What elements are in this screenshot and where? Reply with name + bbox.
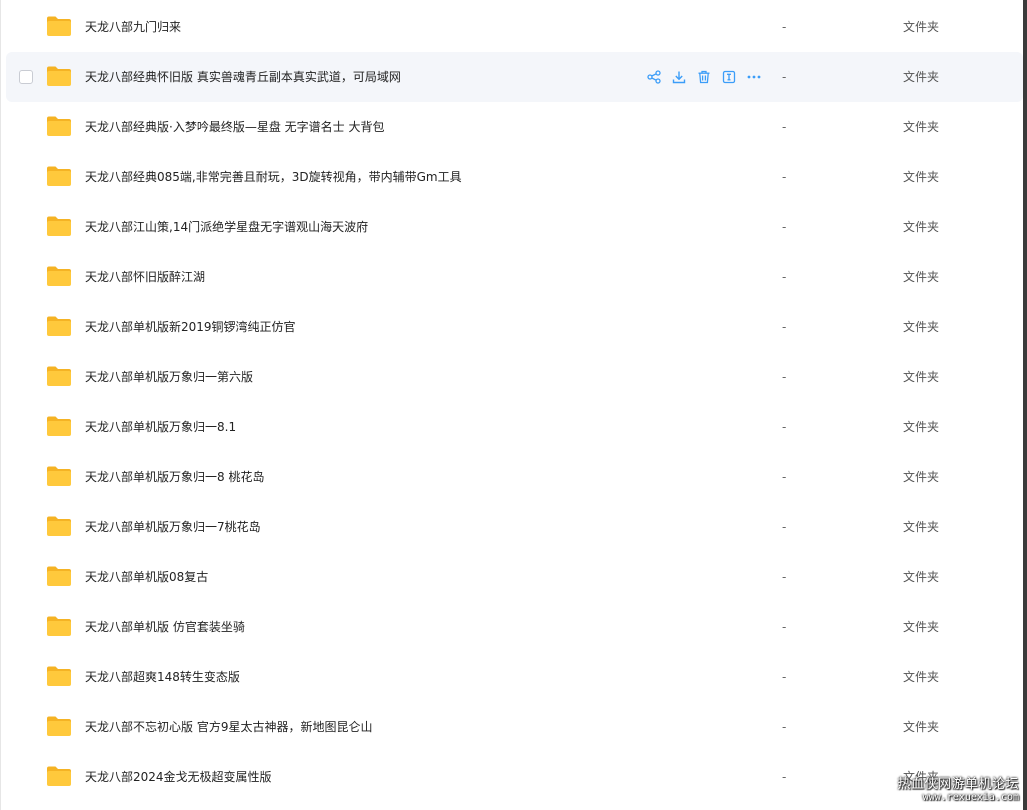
file-size: - — [782, 720, 787, 734]
file-row[interactable]: 天龙八部单机版万象归一第六版 - 文件夹 — [6, 352, 1023, 402]
file-type: 文件夹 — [903, 520, 940, 534]
file-type: 文件夹 — [903, 170, 940, 184]
file-size: - — [782, 520, 787, 534]
folder-icon — [46, 15, 72, 37]
file-size: - — [782, 270, 787, 284]
file-type: 文件夹 — [903, 620, 940, 634]
file-name[interactable]: 天龙八部不忘初心版 官方9星太古神器，新地图昆仑山 — [85, 702, 372, 752]
folder-icon — [46, 365, 72, 387]
file-type: 文件夹 — [903, 70, 940, 84]
folder-icon — [46, 65, 72, 87]
delete-icon[interactable] — [696, 69, 712, 85]
file-row[interactable]: 天龙八部经典版·入梦吟最终版—星盘 无字谱名士 大背包 - 文件夹 — [6, 102, 1023, 152]
file-type: 文件夹 — [903, 770, 940, 784]
file-name[interactable]: 天龙八部怀旧版醉江湖 — [85, 252, 205, 302]
file-name[interactable]: 天龙八部单机版万象归一7桃花岛 — [85, 502, 261, 552]
file-row[interactable]: 天龙八部2024金戈无极超变属性版 - 文件夹 — [6, 752, 1023, 802]
folder-icon — [46, 115, 72, 137]
file-row[interactable]: 天龙八部经典085端,非常完善且耐玩，3D旋转视角，带内辅带Gm工具 - 文件夹 — [6, 152, 1023, 202]
download-icon[interactable] — [671, 69, 687, 85]
file-name[interactable]: 天龙八部经典085端,非常完善且耐玩，3D旋转视角，带内辅带Gm工具 — [85, 152, 462, 202]
rename-icon[interactable] — [721, 69, 737, 85]
file-type: 文件夹 — [903, 20, 940, 34]
file-type: 文件夹 — [903, 370, 940, 384]
more-icon[interactable] — [746, 69, 762, 85]
folder-icon — [46, 265, 72, 287]
folder-icon — [46, 765, 72, 787]
file-size: - — [782, 120, 787, 134]
folder-icon — [46, 315, 72, 337]
file-type: 文件夹 — [903, 320, 940, 334]
file-type: 文件夹 — [903, 570, 940, 584]
file-name[interactable]: 天龙八部九门归来 — [85, 2, 181, 52]
file-size: - — [782, 470, 787, 484]
file-row[interactable]: 天龙八部江山策,14门派绝学星盘无字谱观山海天波府 - 文件夹 — [6, 202, 1023, 252]
file-size: - — [782, 620, 787, 634]
file-list-window: 天龙八部九门归来 - 文件夹 天龙八部经典怀旧版 真实兽魂青丘副本真实武道，可局域网 -… — [0, 0, 1027, 810]
file-row[interactable]: 天龙八部怀旧版醉江湖 - 文件夹 — [6, 252, 1023, 302]
file-list: 天龙八部九门归来 - 文件夹 天龙八部经典怀旧版 真实兽魂青丘副本真实武道，可局域网 -… — [0, 2, 1023, 802]
file-row[interactable]: 天龙八部单机版08复古 - 文件夹 — [6, 552, 1023, 602]
folder-icon — [46, 165, 72, 187]
file-size: - — [782, 670, 787, 684]
file-row[interactable]: 天龙八部不忘初心版 官方9星太古神器，新地图昆仑山 - 文件夹 — [6, 702, 1023, 752]
folder-icon — [46, 515, 72, 537]
file-type: 文件夹 — [903, 120, 940, 134]
file-row[interactable]: 天龙八部超爽148转生变态版 - 文件夹 — [6, 652, 1023, 702]
file-name[interactable]: 天龙八部单机版万象归一8.1 — [85, 402, 236, 452]
file-type: 文件夹 — [903, 470, 940, 484]
file-size: - — [782, 370, 787, 384]
file-type: 文件夹 — [903, 420, 940, 434]
folder-icon — [46, 665, 72, 687]
file-name[interactable]: 天龙八部超爽148转生变态版 — [85, 652, 240, 702]
folder-icon — [46, 565, 72, 587]
file-name[interactable]: 天龙八部单机版新2019铜锣湾纯正仿官 — [85, 302, 296, 352]
file-row[interactable]: 天龙八部单机版万象归一7桃花岛 - 文件夹 — [6, 502, 1023, 552]
file-row[interactable]: 天龙八部九门归来 - 文件夹 — [6, 2, 1023, 52]
share-icon[interactable] — [646, 69, 662, 85]
file-row[interactable]: 天龙八部单机版 仿官套装坐骑 - 文件夹 — [6, 602, 1023, 652]
folder-icon — [46, 465, 72, 487]
file-size: - — [782, 770, 787, 784]
file-name[interactable]: 天龙八部江山策,14门派绝学星盘无字谱观山海天波府 — [85, 202, 368, 252]
file-type: 文件夹 — [903, 220, 940, 234]
file-row[interactable]: 天龙八部单机版万象归一8 桃花岛 - 文件夹 — [6, 452, 1023, 502]
row-checkbox[interactable] — [19, 70, 33, 84]
file-type: 文件夹 — [903, 670, 940, 684]
file-name[interactable]: 天龙八部单机版08复古 — [85, 552, 208, 602]
folder-icon — [46, 415, 72, 437]
file-row[interactable]: 天龙八部单机版万象归一8.1 - 文件夹 — [6, 402, 1023, 452]
file-type: 文件夹 — [903, 720, 940, 734]
file-name[interactable]: 天龙八部经典怀旧版 真实兽魂青丘副本真实武道，可局域网 — [85, 52, 401, 102]
file-size: - — [782, 570, 787, 584]
file-size: - — [782, 320, 787, 334]
folder-icon — [46, 615, 72, 637]
file-name[interactable]: 天龙八部单机版 仿官套装坐骑 — [85, 602, 245, 652]
row-actions — [646, 68, 762, 86]
file-name[interactable]: 天龙八部经典版·入梦吟最终版—星盘 无字谱名士 大背包 — [85, 102, 384, 152]
file-row[interactable]: 天龙八部单机版新2019铜锣湾纯正仿官 - 文件夹 — [6, 302, 1023, 352]
folder-icon — [46, 215, 72, 237]
file-name[interactable]: 天龙八部单机版万象归一第六版 — [85, 352, 253, 402]
file-size: - — [782, 20, 787, 34]
folder-icon — [46, 715, 72, 737]
file-size: - — [782, 170, 787, 184]
file-size: - — [782, 220, 787, 234]
file-type: 文件夹 — [903, 270, 940, 284]
file-name[interactable]: 天龙八部2024金戈无极超变属性版 — [85, 752, 272, 802]
file-size: - — [782, 420, 787, 434]
file-name[interactable]: 天龙八部单机版万象归一8 桃花岛 — [85, 452, 264, 502]
file-size: - — [782, 70, 787, 84]
file-row[interactable]: 天龙八部经典怀旧版 真实兽魂青丘副本真实武道，可局域网 - 文件夹 — [6, 52, 1023, 102]
